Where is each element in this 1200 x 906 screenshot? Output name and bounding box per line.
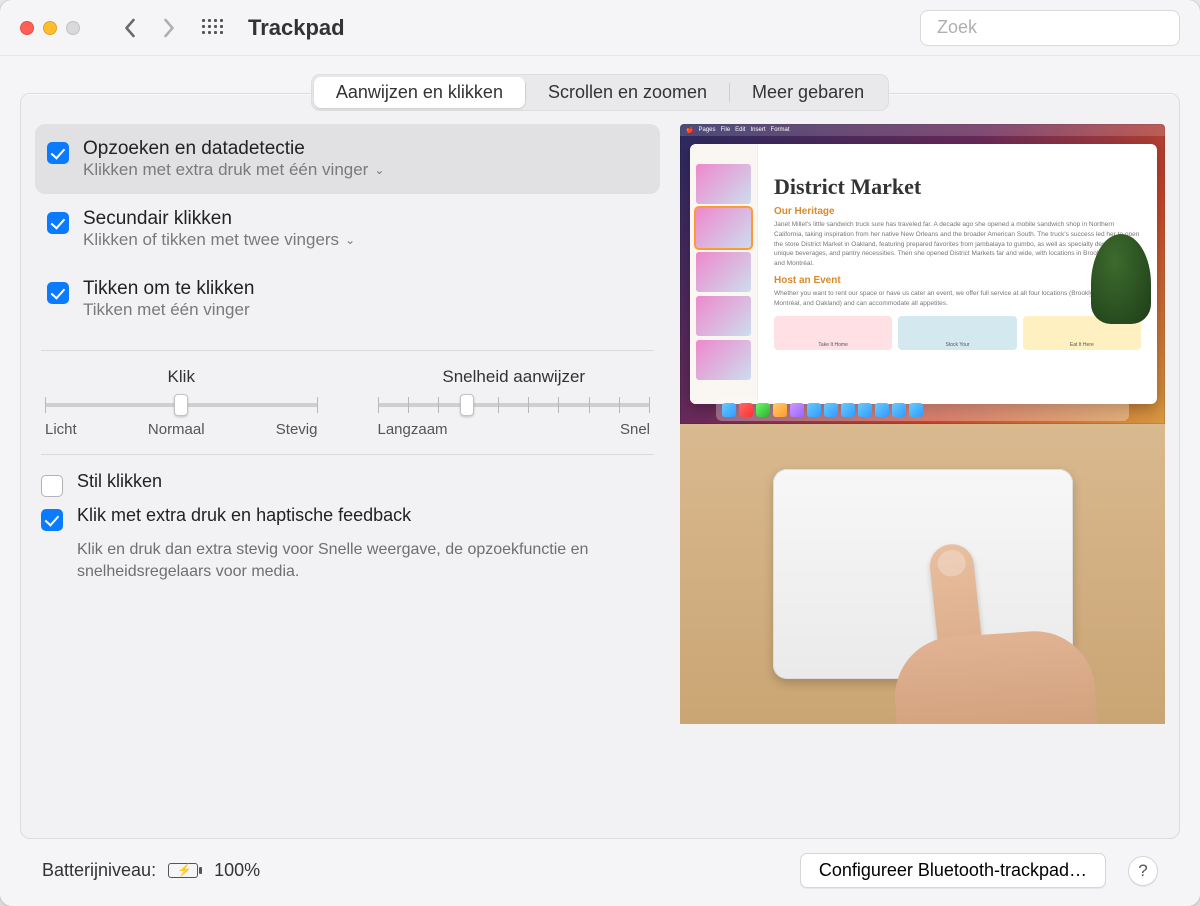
divider xyxy=(41,350,654,351)
window-title: Trackpad xyxy=(248,15,345,41)
battery-percent: 100% xyxy=(214,860,260,881)
option-secondary-sub[interactable]: Klikken of tikken met twee vingers ⌄ xyxy=(83,230,355,250)
option-force-click[interactable]: Klik met extra druk en haptische feedbac… xyxy=(41,505,654,531)
checkbox-silent[interactable] xyxy=(41,475,63,497)
search-field[interactable] xyxy=(920,10,1180,46)
checkbox-lookup[interactable] xyxy=(47,142,69,164)
preview-doc-title: District Market xyxy=(774,174,1141,200)
settings-panel: Opzoeken en datadetectie Klikken met ext… xyxy=(20,93,1180,839)
option-force-desc: Klik en druk dan extra stevig voor Snell… xyxy=(77,539,597,582)
option-lookup[interactable]: Opzoeken en datadetectie Klikken met ext… xyxy=(35,124,660,194)
slider-click: Klik Licht Normaal Stevig xyxy=(45,367,318,438)
option-secondary-title: Secundair klikken xyxy=(83,208,355,230)
gesture-preview-screen: 🍎PagesFileEditInsertFormat District Mark… xyxy=(680,124,1165,424)
slider-click-labels: Licht Normaal Stevig xyxy=(45,421,318,438)
slider-click-title: Klik xyxy=(168,367,195,387)
preferences-window: Trackpad Aanwijzen en klikken Scrollen e… xyxy=(0,0,1200,906)
battery-icon: ⚡ xyxy=(168,863,198,878)
checkbox-force[interactable] xyxy=(41,509,63,531)
checkbox-secondary[interactable] xyxy=(47,212,69,234)
titlebar: Trackpad xyxy=(0,0,1200,56)
checkbox-tap[interactable] xyxy=(47,282,69,304)
forward-button xyxy=(154,13,184,43)
option-tap-title: Tikken om te klikken xyxy=(83,278,254,300)
slider-tracking: Snelheid aanwijzer Langzaam Snel xyxy=(378,367,651,438)
chevron-down-icon: ⌄ xyxy=(374,163,384,177)
tab-more-gestures[interactable]: Meer gebaren xyxy=(730,77,886,108)
divider xyxy=(41,454,654,455)
tab-scroll-zoom[interactable]: Scrollen en zoomen xyxy=(526,77,729,108)
preview-app-window: District Market Our Heritage Janet Mille… xyxy=(690,144,1157,404)
battery-label: Batterijniveau: xyxy=(42,860,156,881)
hand-graphic xyxy=(865,534,1045,724)
preview-menubar: 🍎PagesFileEditInsertFormat xyxy=(680,124,1165,136)
tab-point-click[interactable]: Aanwijzen en klikken xyxy=(314,77,525,108)
option-force-label: Klik met extra druk en haptische feedbac… xyxy=(77,505,411,526)
preview-heading1: Our Heritage xyxy=(774,206,1141,217)
slider-tracking-title: Snelheid aanwijzer xyxy=(442,367,585,387)
preview-body2: Whether you want to rent our space or ha… xyxy=(774,289,1141,309)
show-all-icon[interactable] xyxy=(202,19,220,37)
minimize-window-button[interactable] xyxy=(43,21,57,35)
slider-tracking-labels: Langzaam Snel xyxy=(378,421,651,438)
option-silent-click[interactable]: Stil klikken xyxy=(41,471,654,497)
option-silent-label: Stil klikken xyxy=(77,471,162,492)
slider-click-track[interactable] xyxy=(45,395,318,415)
zoom-window-button xyxy=(66,21,80,35)
preview-body1: Janet Millet's little sandwich truck sur… xyxy=(774,220,1141,269)
footer: Batterijniveau: ⚡ 100% Configureer Bluet… xyxy=(20,839,1180,906)
back-button[interactable] xyxy=(114,13,144,43)
help-button[interactable]: ? xyxy=(1128,856,1158,886)
option-tap-sub: Tikken met één vinger xyxy=(83,300,254,320)
preview-dock xyxy=(716,399,1129,421)
tab-bar: Aanwijzen en klikken Scrollen en zoomen … xyxy=(311,74,889,111)
option-tap-to-click[interactable]: Tikken om te klikken Tikken met één ving… xyxy=(35,264,660,334)
configure-bluetooth-button[interactable]: Configureer Bluetooth-trackpad… xyxy=(800,853,1106,888)
chevron-down-icon: ⌄ xyxy=(345,233,355,247)
slider-click-thumb[interactable] xyxy=(174,394,188,416)
slider-tracking-track[interactable] xyxy=(378,395,651,415)
search-input[interactable] xyxy=(937,17,1169,38)
preview-heading2: Host an Event xyxy=(774,275,1141,286)
option-lookup-sub[interactable]: Klikken met extra druk met één vinger ⌄ xyxy=(83,160,384,180)
preview-image xyxy=(1091,234,1151,324)
option-lookup-title: Opzoeken en datadetectie xyxy=(83,138,384,160)
gesture-preview-trackpad xyxy=(680,424,1165,724)
close-window-button[interactable] xyxy=(20,21,34,35)
option-secondary-click[interactable]: Secundair klikken Klikken of tikken met … xyxy=(35,194,660,264)
window-controls xyxy=(20,21,80,35)
slider-tracking-thumb[interactable] xyxy=(460,394,474,416)
